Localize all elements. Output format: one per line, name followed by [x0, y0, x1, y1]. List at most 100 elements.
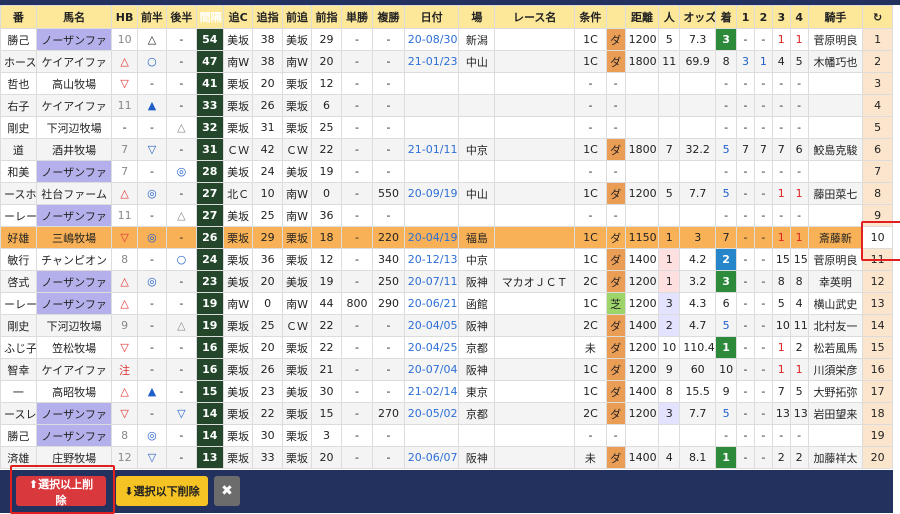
- column-header-6[interactable]: 追C: [222, 5, 254, 29]
- close-button[interactable]: ✖: [214, 476, 240, 506]
- cell-c1: -: [736, 116, 755, 139]
- cell-c1: -: [736, 380, 755, 403]
- cell-oishi: 31: [252, 116, 283, 139]
- cell-fin: -: [715, 116, 738, 139]
- table-row[interactable]: 和美 ノーザンファ 7- ◎ 28 美坂 24 美坂 19- - - - - - - - -7: [0, 160, 893, 183]
- cell-kou: △: [166, 204, 197, 227]
- column-header-20[interactable]: 着: [715, 5, 738, 29]
- column-header-4[interactable]: 後半: [166, 5, 197, 29]
- cell-zenoi: 栗坂: [281, 226, 313, 249]
- table-row[interactable]: ースレ ノーザンファ ▽ - ▽ 14 栗坂 22 栗坂 15-270 20-05/02 京都 2C ダ 1…: [0, 402, 893, 425]
- column-header-7[interactable]: 追指: [252, 5, 283, 29]
- cell-horse: ケイアイファ: [35, 94, 113, 117]
- table-row[interactable]: 啓式 ノーザンファ △ ◎ -23 美坂 20 美坂 19-250 20-07/11 阪神 マカオＪＣ…: [0, 270, 893, 293]
- cell-c4: -: [789, 204, 809, 227]
- annotation-box-button: [10, 465, 115, 514]
- reload-icon[interactable]: ↻: [862, 5, 893, 29]
- column-header-3[interactable]: 前半: [136, 5, 168, 29]
- cell-dist: [624, 116, 660, 139]
- column-header-1[interactable]: 馬名: [35, 5, 113, 29]
- table-row[interactable]: 哲也 高山牧場 ▽ - -41 栗坂 20 栗坂 12- - - - - - - - -3: [0, 72, 893, 95]
- table-row[interactable]: 道酒井牧場 7 ▽ -31 ＣＷ 42 ＣＷ 22- -21-01/11 中京 1C ダ 1800 7 32…: [0, 138, 893, 161]
- table-row[interactable]: 智幸 ケイアイファ注 - -16 栗坂 26 栗坂 21- -20-07/04 阪神 1C ダ 1200…: [0, 358, 893, 381]
- column-header-21[interactable]: 1: [736, 5, 755, 29]
- cell-surf: ダ: [605, 314, 626, 337]
- table-row[interactable]: 一高昭牧場 △ ▲ -15 美坂 23 美坂 30- -21-02/14 東京 1C ダ 1400 8 15…: [0, 380, 893, 403]
- cell-race: [494, 380, 576, 403]
- table-row[interactable]: ふじ子 笠松牧場 ▽ - -16 栗坂 20 栗坂 22- -20-04/25 京都未ダ 1200 10…: [0, 336, 893, 359]
- cell-cond: 1C: [574, 248, 607, 271]
- column-header-11[interactable]: 複勝: [372, 5, 405, 29]
- column-header-13[interactable]: 場: [458, 5, 496, 29]
- table-row[interactable]: 剛史 下河辺牧場 9- △ 19 栗坂 25 ＣＷ 22- -20-04/05 阪神 2C ダ 1400 2…: [0, 314, 893, 337]
- cell-odds: 3: [679, 226, 717, 249]
- column-header-2[interactable]: HB: [111, 5, 138, 29]
- column-header-17[interactable]: 距離: [624, 5, 660, 29]
- cell-interval: 14: [195, 424, 224, 447]
- cell-horse: ノーザンファ: [35, 270, 113, 293]
- cell-surf: -: [605, 160, 626, 183]
- column-header-8[interactable]: 前追: [281, 5, 313, 29]
- cell-interval: 32: [195, 116, 224, 139]
- cell-date: 21-01/11: [403, 138, 460, 161]
- cell-surf: ダ: [605, 182, 626, 205]
- cell-zenoi: 栗坂: [281, 248, 313, 271]
- cell-zen: ▲: [136, 380, 168, 403]
- cell-fuku: -: [372, 72, 405, 95]
- column-header-12[interactable]: 日付: [403, 5, 460, 29]
- cell-zen: -: [136, 116, 168, 139]
- cell-tan: 800: [340, 292, 374, 315]
- cell-jockey: 斎藤新: [807, 226, 864, 249]
- cell-oishi: 24: [252, 160, 283, 183]
- table-row[interactable]: ーレー ノーザンファ 11- △ 27 美坂 25 南W 36- - - - - - - - -9: [0, 204, 893, 227]
- cell-pop: 1: [658, 270, 681, 293]
- cell-race: [494, 50, 576, 73]
- column-header-22[interactable]: 2: [753, 5, 773, 29]
- column-header-19[interactable]: オッズ: [679, 5, 717, 29]
- table-row[interactable]: ーレー ノーザンファ △ - -19 南W 0 南W 44 800 290 20-06/21 函館 1C 芝…: [0, 292, 893, 315]
- column-header-5[interactable]: 間隔: [195, 5, 224, 29]
- cell-fuku: -: [372, 380, 405, 403]
- column-header-23[interactable]: 3: [771, 5, 791, 29]
- delete-below-button[interactable]: ⬇選択以下削除: [116, 476, 208, 506]
- cell-zen: -: [136, 248, 168, 271]
- cell-interval: 47: [195, 50, 224, 73]
- cell-pop: [658, 72, 681, 95]
- column-header-16[interactable]: [605, 5, 626, 29]
- column-header-25[interactable]: 騎手: [807, 5, 864, 29]
- cell-zen: -: [136, 160, 168, 183]
- cell-kou: -: [166, 226, 197, 249]
- column-header-9[interactable]: 前指: [311, 5, 342, 29]
- table-row[interactable]: 勝己 ノーザンファ 8 ◎ -14 栗坂 30 栗坂 3- - - - - - - - -19: [0, 424, 893, 447]
- table-row[interactable]: 右子 ケイアイファ 11 ▲ -33 栗坂 26 栗坂 6- - - - - - - - -4: [0, 94, 893, 117]
- cell-tan: -: [340, 226, 374, 249]
- cell-tan: -: [340, 72, 374, 95]
- column-header-0[interactable]: 番: [0, 5, 37, 29]
- column-header-18[interactable]: 人: [658, 5, 681, 29]
- column-header-24[interactable]: 4: [789, 5, 809, 29]
- table-row[interactable]: 剛史 下河辺牧場 - - △ 32 栗坂 31 栗坂 25- - - - - - - - -5: [0, 116, 893, 139]
- cell-kou: -: [166, 380, 197, 403]
- cell-surf: ダ: [605, 402, 626, 425]
- cell-fin: 7: [715, 226, 738, 249]
- column-header-10[interactable]: 単勝: [340, 5, 374, 29]
- cell-cond: 1C: [574, 182, 607, 205]
- table-row[interactable]: 勝己 ノーザンファ 10 △ -54 美坂 38 美坂 29- -20-08/30 新潟 1C ダ 120…: [0, 28, 893, 51]
- table-row[interactable]: 敏行 チャンピオン 8- ○ 24 栗坂 36 栗坂 12-340 20-12/13 中京 1C ダ 14…: [0, 248, 893, 271]
- cell-oishi: 38: [252, 50, 283, 73]
- cell-kou: -: [166, 424, 197, 447]
- column-header-14[interactable]: レース名: [494, 5, 576, 29]
- table-row[interactable]: ースホ 社台ファーム △ ◎ -27 北Ｃ 10 南W 0-550 20-09/19 中山 1C ダ 12…: [0, 182, 893, 205]
- cell-oishi: 25: [252, 314, 283, 337]
- cell-no: 右子: [0, 94, 37, 117]
- cell-cond: -: [574, 204, 607, 227]
- cell-odds: 8.1: [679, 446, 717, 469]
- cell-odds: [679, 72, 717, 95]
- column-header-15[interactable]: 条件: [574, 5, 607, 29]
- cell-fuku: 290: [372, 292, 405, 315]
- table-row[interactable]: 済雄 庄野牧場 12 ▽ -13 栗坂 33 栗坂 20- -20-06/07 阪神未ダ 1400 4 8…: [0, 446, 893, 469]
- cell-horse: 社台ファーム: [35, 182, 113, 205]
- table-row[interactable]: ホース ケイアイファ △ ○ -47 南W 38 南W 20- -21-01/23 中山 1C ダ 180…: [0, 50, 893, 73]
- cell-idx: 12: [862, 270, 893, 293]
- table-row[interactable]: 好雄 三嶋牧場 ▽ ◎ -26 栗坂 29 栗坂 18-220 20-04/19 福島 1C ダ 1150…: [0, 226, 893, 249]
